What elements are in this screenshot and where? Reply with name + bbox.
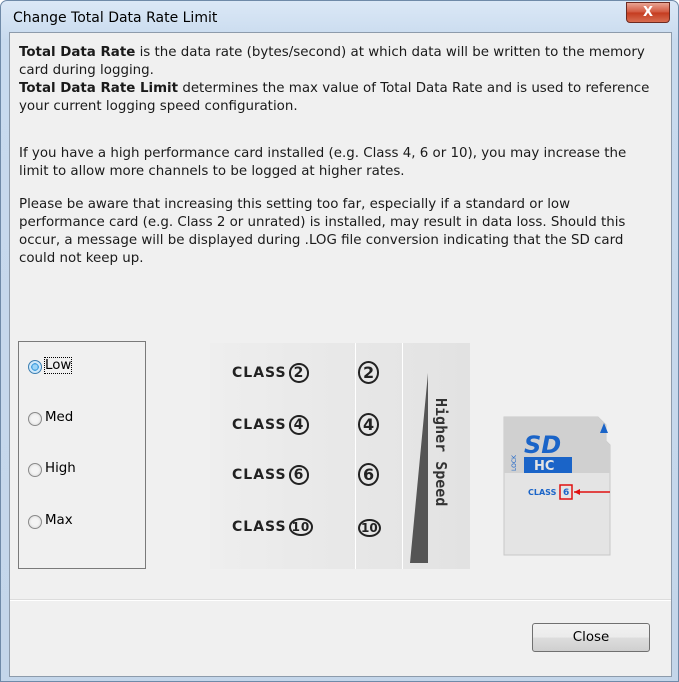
radio-max-label[interactable]: Max (45, 513, 73, 528)
radio-unselected-icon[interactable] (28, 515, 42, 529)
sdhc-card-icon: SD HC LOCK CLASS 6 (503, 416, 611, 556)
dialog-content: Total Data Rate is the data rate (bytes/… (9, 32, 672, 677)
title-close-button[interactable]: X (626, 2, 670, 23)
title-bar[interactable]: Change Total Data Rate Limit X (1, 1, 678, 33)
speed-class-panel: CLASS 2 CLASS 4 CLASS 6 CLASS 10 2 4 6 10 Hi… (210, 343, 470, 569)
intro-paragraph-1: Total Data Rate is the data rate (bytes/… (19, 44, 659, 116)
divider (402, 343, 403, 569)
higher-speed-label: Higher Speed (432, 398, 450, 507)
class-10-logo: CLASS 10 (232, 518, 314, 536)
rate-options-group: Low Med High Max (18, 341, 146, 569)
warning-paragraph: Please be aware that increasing this set… (19, 197, 626, 266)
class-2-logo: CLASS 2 (232, 363, 310, 383)
class-4-logo: CLASS 4 (232, 415, 310, 435)
total-data-rate-limit-term: Total Data Rate Limit (19, 81, 179, 96)
class-2-symbol: 2 (358, 361, 380, 384)
class-6-logo: CLASS 6 (232, 465, 310, 485)
divider (355, 343, 356, 569)
dialog-window: Change Total Data Rate Limit X Total Dat… (0, 0, 679, 682)
sd-type-text: HC (534, 459, 554, 474)
footer-divider (10, 599, 671, 601)
speed-wedge-icon (410, 373, 428, 563)
radio-low-label[interactable]: Low (43, 357, 73, 374)
sd-brand-text: SD (524, 431, 561, 459)
close-button[interactable]: Close (532, 623, 650, 652)
radio-high-label[interactable]: High (45, 461, 76, 476)
radio-selected-icon[interactable] (28, 360, 42, 374)
sd-class-text: CLASS (528, 488, 557, 497)
class-6-symbol: 6 (358, 463, 380, 486)
sd-lock-text: LOCK (511, 454, 518, 471)
radio-unselected-icon[interactable] (28, 463, 42, 477)
radio-unselected-icon[interactable] (28, 412, 42, 426)
close-icon: X (642, 5, 654, 20)
class-4-symbol: 4 (358, 413, 380, 436)
total-data-rate-term: Total Data Rate (19, 45, 136, 60)
window-title: Change Total Data Rate Limit (13, 10, 218, 26)
radio-med-label[interactable]: Med (45, 410, 73, 425)
intro-paragraph-2: If you have a high performance card inst… (19, 146, 627, 179)
class-10-symbol: 10 (358, 517, 381, 537)
sd-class-number: 6 (563, 488, 569, 498)
